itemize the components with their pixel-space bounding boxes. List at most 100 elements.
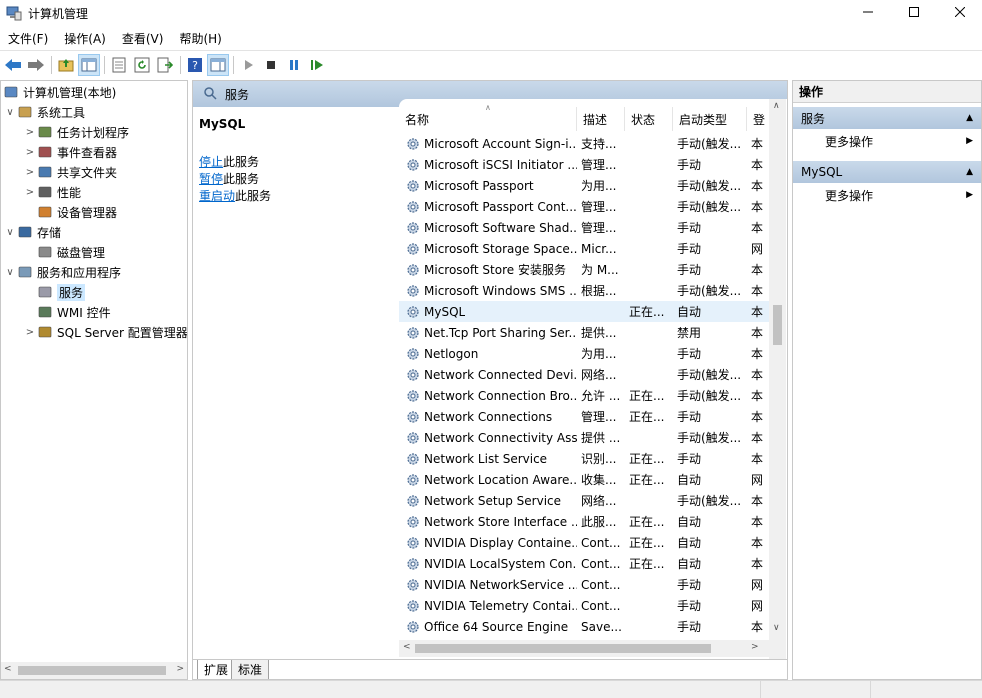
export-list-button[interactable] bbox=[154, 54, 176, 76]
scroll-left-icon[interactable]: < bbox=[4, 664, 12, 674]
refresh-button[interactable] bbox=[131, 54, 153, 76]
service-row[interactable]: NVIDIA LocalSystem Con... Cont... 正在... 自动 本 bbox=[399, 553, 769, 574]
service-row[interactable]: Microsoft iSCSI Initiator ... 管理... 手动 本 bbox=[399, 154, 769, 175]
service-row[interactable]: Microsoft Passport 为用... 手动(触发... 本 bbox=[399, 175, 769, 196]
service-row[interactable]: Network List Service 识别... 正在... 手动 本 bbox=[399, 448, 769, 469]
help-button[interactable]: ? bbox=[184, 54, 206, 76]
scroll-down-icon[interactable]: ∨ bbox=[773, 623, 780, 633]
tree-item[interactable]: 磁盘管理 bbox=[23, 242, 105, 262]
expand-icon[interactable]: > bbox=[23, 147, 37, 158]
action-section-mysql[interactable]: MySQL ▲ bbox=[793, 161, 981, 183]
tree-item[interactable]: 设备管理器 bbox=[23, 202, 117, 222]
service-row[interactable]: Network Connectivity Ass... 提供 ... 手动(触发..… bbox=[399, 427, 769, 448]
properties-button[interactable] bbox=[108, 54, 130, 76]
menu-action[interactable]: 操作(A) bbox=[56, 30, 114, 47]
expand-icon[interactable]: > bbox=[23, 127, 37, 138]
horizontal-scrollbar[interactable]: < > bbox=[399, 640, 769, 657]
service-row[interactable]: Microsoft Passport Cont... 管理... 手动(触发... 本 bbox=[399, 196, 769, 217]
restart-service-button[interactable] bbox=[306, 54, 328, 76]
show-hide-action-pane-button[interactable] bbox=[207, 53, 229, 76]
service-gear-icon bbox=[405, 451, 421, 467]
service-row[interactable]: NVIDIA Telemetry Contai... Cont... 手动 网 bbox=[399, 595, 769, 616]
collapse-icon[interactable]: ▲ bbox=[966, 167, 973, 177]
collapse-icon[interactable]: ∨ bbox=[3, 107, 17, 118]
scroll-up-icon[interactable]: ∧ bbox=[773, 101, 780, 111]
tab-standard[interactable]: 标准 bbox=[231, 660, 270, 679]
scroll-left-icon[interactable]: < bbox=[403, 642, 411, 652]
close-button[interactable] bbox=[937, 0, 982, 24]
back-button[interactable] bbox=[2, 54, 24, 76]
tree-horizontal-scrollbar[interactable]: < > bbox=[1, 662, 187, 679]
forward-button[interactable] bbox=[25, 54, 47, 76]
tree-item[interactable]: WMI 控件 bbox=[23, 302, 111, 322]
service-row[interactable]: Network Connection Bro... 允许 ... 正在... 手动(触… bbox=[399, 385, 769, 406]
scroll-right-icon[interactable]: > bbox=[176, 664, 184, 674]
expand-icon[interactable]: > bbox=[23, 327, 37, 338]
menu-view[interactable]: 查看(V) bbox=[114, 30, 172, 47]
stop-service-button[interactable] bbox=[260, 54, 282, 76]
tree-item[interactable]: > SQL Server 配置管理器 bbox=[23, 322, 187, 342]
service-row[interactable]: Microsoft Account Sign-i... 支持... 手动(触发...… bbox=[399, 133, 769, 154]
service-row[interactable]: Microsoft Storage Space... Micr... 手动 网 bbox=[399, 238, 769, 259]
expand-icon[interactable]: > bbox=[23, 187, 37, 198]
tab-extended[interactable]: 扩展 bbox=[197, 660, 236, 679]
tree-item[interactable]: ∨ 系统工具 bbox=[3, 102, 85, 122]
service-startup-type-cell: 自动 bbox=[673, 555, 747, 572]
service-row[interactable]: Network Connected Devi... 网络... 手动(触发... 本 bbox=[399, 364, 769, 385]
service-row[interactable]: Network Location Aware... 收集... 正在... 自动 网 bbox=[399, 469, 769, 490]
minimize-icon bbox=[863, 11, 873, 13]
collapse-icon[interactable]: ▲ bbox=[966, 113, 973, 123]
tree-item[interactable]: 服务 bbox=[23, 282, 86, 302]
service-description: Cont... bbox=[581, 598, 621, 613]
horizontal-scroll-thumb[interactable] bbox=[415, 644, 711, 653]
service-row[interactable]: Network Store Interface ... 此服... 正在... 自动 本 bbox=[399, 511, 769, 532]
vertical-scroll-thumb[interactable] bbox=[773, 305, 782, 345]
tree-item[interactable]: > 性能 bbox=[23, 182, 81, 202]
service-row[interactable]: MySQL 正在... 自动 本 bbox=[399, 301, 769, 322]
service-description-cell: 支持... bbox=[577, 135, 625, 152]
up-level-button[interactable] bbox=[55, 54, 77, 76]
action-section-services[interactable]: 服务 ▲ bbox=[793, 107, 981, 129]
column-header-logon[interactable]: 登 bbox=[747, 107, 769, 131]
tree-item[interactable]: ∨ 服务和应用程序 bbox=[3, 262, 121, 282]
vertical-scrollbar[interactable]: ∧ ∨ bbox=[769, 99, 786, 659]
column-header-description[interactable]: 描述 bbox=[577, 107, 625, 131]
collapse-icon[interactable]: ∨ bbox=[3, 267, 17, 278]
start-service-button[interactable] bbox=[237, 54, 259, 76]
tree-item[interactable]: > 共享文件夹 bbox=[23, 162, 117, 182]
show-hide-tree-button[interactable] bbox=[78, 53, 100, 76]
maximize-button[interactable] bbox=[891, 0, 937, 24]
column-header-status[interactable]: 状态 bbox=[625, 107, 673, 131]
stop-link[interactable]: 停止 bbox=[199, 155, 223, 169]
pause-link[interactable]: 暂停 bbox=[199, 172, 223, 186]
service-row[interactable]: NVIDIA Display Containe... Cont... 正在... 自动… bbox=[399, 532, 769, 553]
column-header-name[interactable]: ∧ 名称 bbox=[399, 103, 577, 131]
service-row[interactable]: Net.Tcp Port Sharing Ser... 提供... 禁用 本 bbox=[399, 322, 769, 343]
service-row[interactable]: Network Connections 管理... 正在... 手动 本 bbox=[399, 406, 769, 427]
minimize-button[interactable] bbox=[845, 0, 891, 24]
service-logon-as-cell: 本 bbox=[747, 261, 765, 278]
tree-item[interactable]: > 事件查看器 bbox=[23, 142, 117, 162]
collapse-icon[interactable]: ∨ bbox=[3, 227, 17, 238]
restart-link[interactable]: 重启动 bbox=[199, 189, 235, 203]
service-row[interactable]: Office 64 Source Engine Save... 手动 本 bbox=[399, 616, 769, 637]
expand-icon[interactable]: > bbox=[23, 167, 37, 178]
service-row[interactable]: Microsoft Software Shad... 管理... 手动 本 bbox=[399, 217, 769, 238]
menu-file[interactable]: 文件(F) bbox=[0, 30, 56, 47]
menu-help[interactable]: 帮助(H) bbox=[171, 30, 229, 47]
tree-item[interactable]: ∨ 存储 bbox=[3, 222, 61, 242]
service-row[interactable]: Network Setup Service 网络... 手动(触发... 本 bbox=[399, 490, 769, 511]
column-header-startup-type[interactable]: 启动类型 bbox=[673, 107, 747, 131]
service-row[interactable]: NVIDIA NetworkService ... Cont... 手动 网 bbox=[399, 574, 769, 595]
service-startup-type-cell: 手动(触发... bbox=[673, 429, 747, 446]
more-actions-mysql[interactable]: 更多操作 ▶ bbox=[793, 185, 981, 205]
tree-item[interactable]: 计算机管理(本地) bbox=[3, 82, 116, 102]
tree-scroll-thumb[interactable] bbox=[18, 666, 166, 675]
scroll-right-icon[interactable]: > bbox=[751, 642, 759, 652]
service-row[interactable]: Netlogon 为用... 手动 本 bbox=[399, 343, 769, 364]
more-actions-services[interactable]: 更多操作 ▶ bbox=[793, 131, 981, 151]
service-row[interactable]: Microsoft Windows SMS ... 根据... 手动(触发... 本 bbox=[399, 280, 769, 301]
service-row[interactable]: Microsoft Store 安装服务 为 M... 手动 本 bbox=[399, 259, 769, 280]
tree-item[interactable]: > 任务计划程序 bbox=[23, 122, 129, 142]
pause-service-button[interactable] bbox=[283, 54, 305, 76]
